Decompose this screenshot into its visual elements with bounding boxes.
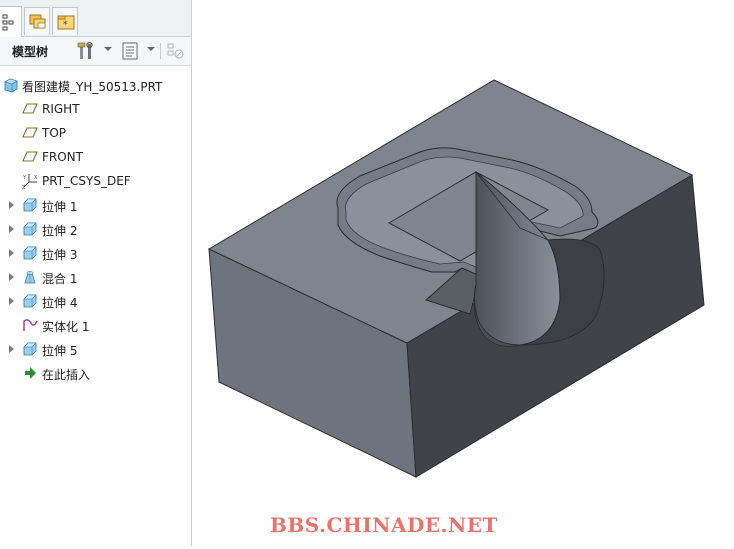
model-tree-icon xyxy=(2,14,14,31)
svg-text:X: X xyxy=(34,175,38,181)
extrude-icon xyxy=(23,342,37,356)
filter-icon xyxy=(167,43,184,59)
datum-plane-icon xyxy=(22,127,38,138)
model-tree-title: 模型树 xyxy=(12,45,49,59)
tree-item-label: TOP xyxy=(42,126,67,140)
solidify-icon xyxy=(23,319,38,331)
insert-arrow-icon xyxy=(25,367,36,379)
tree-item-label: 混合 1 xyxy=(42,272,78,286)
list-document-icon xyxy=(122,42,138,60)
tree-item-blend-1[interactable]: 混合 1 xyxy=(0,265,191,289)
model-tree-panel: * 模型树 看图建模_YH_50513.PRT RIGHT TOP FRONT … xyxy=(0,0,192,546)
svg-text:Y: Y xyxy=(22,175,27,181)
tree-item-label: FRONT xyxy=(42,150,83,164)
show-dropdown-icon[interactable] xyxy=(147,47,155,51)
expand-arrow-icon[interactable] xyxy=(9,273,14,281)
datum-plane-icon xyxy=(22,151,38,162)
extrude-icon xyxy=(23,222,37,236)
extrude-icon xyxy=(23,198,37,212)
tree-item-label: 拉伸 4 xyxy=(42,296,78,310)
expand-arrow-icon[interactable] xyxy=(9,345,14,353)
tree-item-front-plane[interactable]: FRONT xyxy=(0,145,191,169)
folder-browser-icon xyxy=(29,14,46,29)
tree-item-label: PRT_CSYS_DEF xyxy=(42,174,131,188)
tree-item-label: 实体化 1 xyxy=(42,320,90,334)
tree-item-extrude-4[interactable]: 拉伸 4 xyxy=(0,289,191,313)
expand-arrow-icon[interactable] xyxy=(9,297,14,305)
tree-item-insert-here[interactable]: 在此插入 xyxy=(0,361,191,385)
tree-item-solidify-1[interactable]: 实体化 1 xyxy=(0,313,191,337)
expand-arrow-icon[interactable] xyxy=(9,249,14,257)
tree-item-extrude-1[interactable]: 拉伸 1 xyxy=(0,193,191,217)
coordinate-system-icon: Y X Z xyxy=(22,174,38,189)
show-button[interactable] xyxy=(120,41,142,61)
tree-item-csys[interactable]: Y X Z PRT_CSYS_DEF xyxy=(0,169,191,193)
tree-item-label: 拉伸 1 xyxy=(42,200,78,214)
graphics-viewport[interactable]: BBS.CHINADE.NET xyxy=(192,0,734,546)
expand-arrow-icon[interactable] xyxy=(9,201,14,209)
model-tree-toolbar: 模型树 xyxy=(0,37,191,66)
tree-item-label: 拉伸 5 xyxy=(42,344,78,358)
watermark-text: BBS.CHINADE.NET xyxy=(270,513,498,537)
extrude-icon xyxy=(23,246,37,260)
tab-folder-browser[interactable] xyxy=(24,7,50,35)
tree-item-extrude-2[interactable]: 拉伸 2 xyxy=(0,217,191,241)
svg-text:Z: Z xyxy=(22,185,26,189)
tree-item-label: 看图建模_YH_50513.PRT xyxy=(22,80,163,94)
navigator-tab-bar: * xyxy=(0,0,191,37)
tree-item-extrude-5[interactable]: 拉伸 5 xyxy=(0,337,191,361)
tree-item-right-plane[interactable]: RIGHT xyxy=(0,97,191,121)
tree-item-label: 在此插入 xyxy=(42,368,91,382)
tab-favorites[interactable]: * xyxy=(52,7,78,35)
tools-dropdown-icon[interactable] xyxy=(104,47,112,51)
extrude-icon xyxy=(23,294,37,308)
tree-item-top-plane[interactable]: TOP xyxy=(0,121,191,145)
tab-model-tree[interactable] xyxy=(0,6,22,37)
tools-icon xyxy=(77,41,93,59)
filter-button[interactable] xyxy=(165,41,187,61)
expand-arrow-icon[interactable] xyxy=(9,225,14,233)
tree-item-extrude-3[interactable]: 拉伸 3 xyxy=(0,241,191,265)
toolbar-separator xyxy=(160,43,161,59)
svg-text:*: * xyxy=(63,20,68,30)
tree-item-label: 拉伸 2 xyxy=(42,224,78,238)
settings-tools-button[interactable] xyxy=(76,41,98,61)
tree-item-label: RIGHT xyxy=(42,102,80,116)
favorites-folder-icon: * xyxy=(57,15,75,30)
part-model[interactable] xyxy=(192,0,734,546)
tree-item-label: 拉伸 3 xyxy=(42,248,78,262)
tree-item-part[interactable]: 看图建模_YH_50513.PRT xyxy=(0,73,191,97)
datum-plane-icon xyxy=(22,103,38,114)
blend-icon xyxy=(24,271,36,284)
part-icon xyxy=(4,78,18,93)
